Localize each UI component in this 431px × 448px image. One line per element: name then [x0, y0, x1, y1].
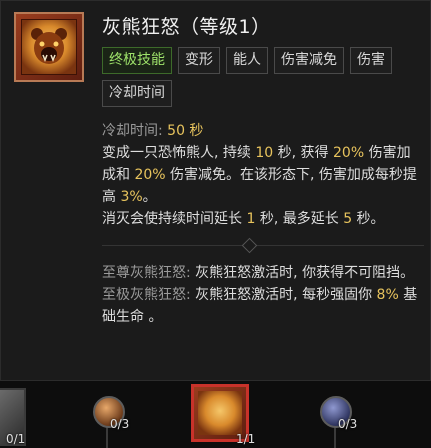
cooldown-label: 冷却时间:	[102, 123, 163, 139]
tag-cooldown: 冷却时间	[102, 80, 172, 107]
tag-damage-reduction: 伤害减免	[274, 47, 344, 74]
skill-icon-frame	[14, 12, 84, 82]
prime-text-a: 灰熊狂怒激活时, 每秒强固你	[190, 287, 377, 303]
tag-werebear: 能人	[226, 47, 268, 74]
supreme-label: 至尊灰熊狂怒:	[102, 265, 191, 281]
tag-shapeshift: 变形	[178, 47, 220, 74]
damage-reduction-value: 20%	[134, 167, 166, 183]
fortify-value: 8%	[376, 287, 399, 303]
cooldown-value: 50 秒	[167, 123, 204, 139]
node-count: 0/3	[110, 417, 130, 431]
extend-text-c: 秒。	[352, 211, 385, 227]
effect-text-e: 。	[142, 189, 157, 205]
tag-ultimate: 终极技能	[102, 47, 172, 74]
prime-label: 至极灰熊狂怒:	[102, 287, 191, 303]
node-count: 1/1	[236, 432, 256, 446]
upgrade-description: 至尊灰熊狂怒: 灰熊狂怒激活时, 你获得不可阻挡。 至极灰熊狂怒: 灰熊狂怒激活…	[102, 262, 424, 328]
extend-text-b: 秒, 最多延长	[255, 211, 344, 227]
bear-icon	[198, 391, 242, 435]
prime-upgrade: 至极灰熊狂怒: 灰熊狂怒激活时, 每秒强固你 8% 基础生命 。	[102, 284, 424, 328]
effect-text-a: 变成一只恐怖熊人, 持续	[102, 145, 256, 161]
duration-value: 10	[255, 145, 274, 161]
section-divider	[102, 245, 424, 246]
skill-title: 灰熊狂怒（等级1）	[102, 16, 271, 38]
bear-icon	[21, 19, 77, 75]
tag-damage: 伤害	[350, 47, 392, 74]
skill-description: 冷却时间: 50 秒 变成一只恐怖熊人, 持续 10 秒, 获得 20% 伤害加…	[102, 120, 424, 230]
effect-line: 变成一只恐怖熊人, 持续 10 秒, 获得 20% 伤害加成和 20% 伤害减免…	[102, 142, 424, 208]
extend-line: 消灭会使持续时间延长 1 秒, 最多延长 5 秒。	[102, 208, 424, 230]
supreme-text: 灰熊狂怒激活时, 你获得不可阻挡。	[190, 265, 415, 281]
supreme-upgrade: 至尊灰熊狂怒: 灰熊狂怒激活时, 你获得不可阻挡。	[102, 262, 424, 284]
effect-text-b: 秒, 获得	[273, 145, 333, 161]
node-count: 0/3	[338, 417, 358, 431]
extend-text-a: 消灭会使持续时间延长	[102, 211, 247, 227]
cooldown-line: 冷却时间: 50 秒	[102, 120, 424, 142]
skill-tooltip: 灰熊狂怒（等级1） 终极技能 变形 能人 伤害减免 伤害 冷却时间 冷却时间: …	[0, 0, 431, 381]
skill-tags: 终极技能 变形 能人 伤害减免 伤害 冷却时间	[102, 47, 422, 107]
damage-increase-value: 3%	[120, 189, 143, 205]
divider-diamond-icon	[241, 237, 258, 254]
damage-bonus-value: 20%	[333, 145, 365, 161]
node-count: 0/1	[6, 432, 26, 446]
extend-max-value: 5	[343, 211, 353, 227]
